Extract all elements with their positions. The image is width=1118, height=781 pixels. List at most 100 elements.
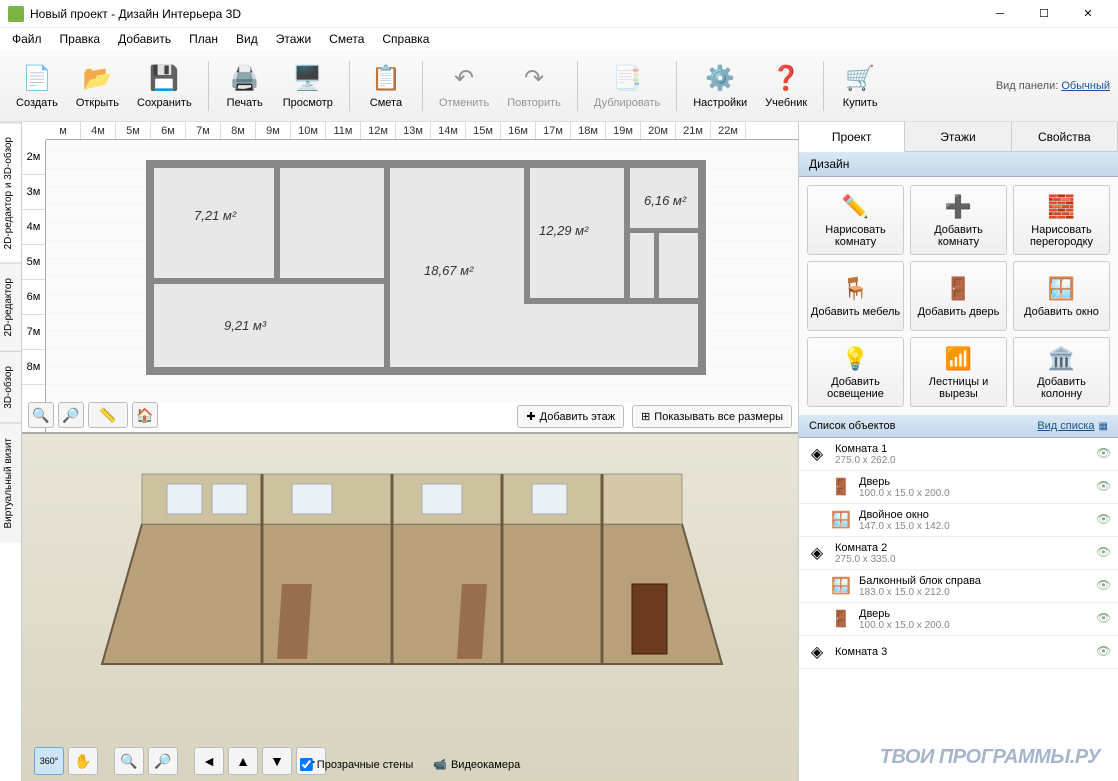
view-down-button[interactable]: ▼ <box>262 747 292 775</box>
measure-button[interactable]: 📏 <box>88 402 128 428</box>
zoom-out-3d-button[interactable]: 🔍 <box>114 747 144 775</box>
plan-view-2d[interactable]: м4м5м6м7м8м9м10м11м12м13м14м15м16м17м18м… <box>22 122 798 432</box>
plan-canvas[interactable]: 7,21 м² 18,67 м² 12,29 м² 6,16 м² 9,21 м… <box>46 140 798 402</box>
menu-Справка[interactable]: Справка <box>374 30 437 48</box>
menu-Этажи[interactable]: Этажи <box>268 30 319 48</box>
toolbar-Дублировать[interactable]: 📑Дублировать <box>586 59 668 113</box>
Дублировать-icon: 📑 <box>611 63 643 95</box>
zoom-in-button[interactable]: 🔎 <box>58 402 84 428</box>
visibility-icon[interactable]: 👁 <box>1096 611 1112 627</box>
Сохранить-icon: 💾 <box>148 63 180 95</box>
menu-Файл[interactable]: Файл <box>4 30 50 48</box>
plan-zoom-tools: 🔍 🔎 📏 🏠 <box>28 402 158 428</box>
menubar: ФайлПравкаДобавитьПланВидЭтажиСметаСправ… <box>0 28 1118 50</box>
vtab-1[interactable]: 2D-редактор <box>0 263 21 351</box>
object-item[interactable]: 🪟Балконный блок справа183.0 x 15.0 x 212… <box>799 570 1118 603</box>
Смета-icon: 📋 <box>370 63 402 95</box>
object-item[interactable]: ◈Комната 1275.0 x 262.0👁 <box>799 438 1118 471</box>
floorplan[interactable]: 7,21 м² 18,67 м² 12,29 м² 6,16 м² 9,21 м… <box>146 160 706 375</box>
toolbar-Просмотр[interactable]: 🖥️Просмотр <box>275 59 341 113</box>
visibility-icon[interactable]: 👁 <box>1096 644 1112 660</box>
menu-План[interactable]: План <box>181 30 226 48</box>
visibility-icon[interactable]: 👁 <box>1096 512 1112 528</box>
vtab-2[interactable]: 3D-обзор <box>0 351 21 423</box>
zoom-in-3d-button[interactable]: 🔎 <box>148 747 178 775</box>
rtab-Проект[interactable]: Проект <box>799 122 905 152</box>
Повторить-icon: ↷ <box>518 63 550 95</box>
show-dimensions-button[interactable]: ⊞ Показывать все размеры <box>632 405 792 428</box>
design-Нарисовать-комнату[interactable]: ✏️Нарисовать комнату <box>807 185 904 255</box>
objects-section-header: Список объектов Вид списка ▦ <box>799 415 1118 438</box>
visibility-icon[interactable]: 👁 <box>1096 545 1112 561</box>
panel-mode: Вид панели: Обычный <box>996 80 1110 92</box>
add-floor-button[interactable]: ✚ Добавить этаж <box>517 405 624 428</box>
home-button[interactable]: 🏠 <box>132 402 158 428</box>
toolbar-Отменить[interactable]: ↶Отменить <box>431 59 497 113</box>
Создать-icon: 📄 <box>21 63 53 95</box>
design-Добавить-окно[interactable]: 🪟Добавить окно <box>1013 261 1110 331</box>
left-tabs: 2D-редактор и 3D-обзор2D-редактор3D-обзо… <box>0 122 22 781</box>
close-button[interactable]: ✕ <box>1066 0 1110 28</box>
menu-Правка[interactable]: Правка <box>52 30 109 48</box>
right-panel: ПроектЭтажиСвойства Дизайн ✏️Нарисовать … <box>798 122 1118 781</box>
design-Добавить-колонну[interactable]: 🏛️Добавить колонну <box>1013 337 1110 407</box>
rotate-360-button[interactable]: 360° <box>34 747 64 775</box>
object-list[interactable]: ◈Комната 1275.0 x 262.0👁🚪Дверь100.0 x 15… <box>799 438 1118 781</box>
view-up-button[interactable]: ▲ <box>228 747 258 775</box>
room-area-label: 18,67 м² <box>424 263 473 278</box>
ruler-horizontal: м4м5м6м7м8м9м10м11м12м13м14м15м16м17м18м… <box>46 122 798 140</box>
room-area-label: 9,21 м³ <box>224 318 266 333</box>
design-Лестницы-и-вырезы[interactable]: 📶Лестницы и вырезы <box>910 337 1007 407</box>
object-item[interactable]: ◈Комната 2275.0 x 335.0👁 <box>799 537 1118 570</box>
design-section-header: Дизайн <box>799 152 1118 177</box>
maximize-button[interactable]: ☐ <box>1022 0 1066 28</box>
visibility-icon[interactable]: 👁 <box>1096 479 1112 495</box>
toolbar-Повторить[interactable]: ↷Повторить <box>499 59 569 113</box>
toolbar-Купить[interactable]: 🛒Купить <box>832 59 888 113</box>
pan-button[interactable]: ✋ <box>68 747 98 775</box>
toolbar-Печать[interactable]: 🖨️Печать <box>217 59 273 113</box>
design-Добавить-дверь[interactable]: 🚪Добавить дверь <box>910 261 1007 331</box>
view-3d[interactable]: 360° ✋ 🔍 🔎 ◄ ▲ ▼ ► Прозрачные стены 📹 Ви… <box>22 432 798 781</box>
menu-Добавить[interactable]: Добавить <box>110 30 179 48</box>
view3d-tools: 360° ✋ 🔍 🔎 ◄ ▲ ▼ ► <box>34 747 326 775</box>
Отменить-icon: ↶ <box>448 63 480 95</box>
object-item[interactable]: 🚪Дверь100.0 x 15.0 x 200.0👁 <box>799 471 1118 504</box>
visibility-icon[interactable]: 👁 <box>1096 446 1112 462</box>
room-area-label: 12,29 м² <box>539 223 588 238</box>
list-mode-link[interactable]: Вид списка ▦ <box>1037 420 1108 432</box>
Учебник-icon: ❓ <box>770 63 802 95</box>
transparent-walls-checkbox[interactable]: Прозрачные стены <box>300 758 413 771</box>
design-Добавить-освещение[interactable]: 💡Добавить освещение <box>807 337 904 407</box>
toolbar-Открыть[interactable]: 📂Открыть <box>68 59 127 113</box>
design-Добавить-комнату[interactable]: ➕Добавить комнату <box>910 185 1007 255</box>
room-area-label: 7,21 м² <box>194 208 236 223</box>
toolbar-Смета[interactable]: 📋Смета <box>358 59 414 113</box>
menu-Вид[interactable]: Вид <box>228 30 266 48</box>
titlebar: Новый проект - Дизайн Интерьера 3D ─ ☐ ✕ <box>0 0 1118 28</box>
design-Нарисовать-перегородку[interactable]: 🧱Нарисовать перегородку <box>1013 185 1110 255</box>
vtab-3[interactable]: Виртуальный визит <box>0 423 21 543</box>
visibility-icon[interactable]: 👁 <box>1096 578 1112 594</box>
object-item[interactable]: ◈Комната 3👁 <box>799 636 1118 669</box>
toolbar-Создать[interactable]: 📄Создать <box>8 59 66 113</box>
Просмотр-icon: 🖥️ <box>292 63 324 95</box>
panel-mode-link[interactable]: Обычный <box>1061 80 1110 92</box>
rtab-Свойства[interactable]: Свойства <box>1012 122 1118 151</box>
main-toolbar: 📄Создать📂Открыть💾Сохранить 🖨️Печать🖥️Прос… <box>0 50 1118 122</box>
toolbar-Настройки[interactable]: ⚙️Настройки <box>685 59 755 113</box>
toolbar-Учебник[interactable]: ❓Учебник <box>757 59 815 113</box>
object-item[interactable]: 🚪Дверь100.0 x 15.0 x 200.0👁 <box>799 603 1118 636</box>
object-item[interactable]: 🪟Двойное окно147.0 x 15.0 x 142.0👁 <box>799 504 1118 537</box>
camera-checkbox[interactable]: 📹 Видеокамера <box>433 758 520 771</box>
rtab-Этажи[interactable]: Этажи <box>905 122 1011 151</box>
Печать-icon: 🖨️ <box>229 63 261 95</box>
zoom-out-button[interactable]: 🔍 <box>28 402 54 428</box>
view-left-button[interactable]: ◄ <box>194 747 224 775</box>
vtab-0[interactable]: 2D-редактор и 3D-обзор <box>0 122 21 263</box>
toolbar-Сохранить[interactable]: 💾Сохранить <box>129 59 200 113</box>
menu-Смета[interactable]: Смета <box>321 30 372 48</box>
design-Добавить-мебель[interactable]: 🪑Добавить мебель <box>807 261 904 331</box>
Открыть-icon: 📂 <box>81 63 113 95</box>
minimize-button[interactable]: ─ <box>978 0 1022 28</box>
